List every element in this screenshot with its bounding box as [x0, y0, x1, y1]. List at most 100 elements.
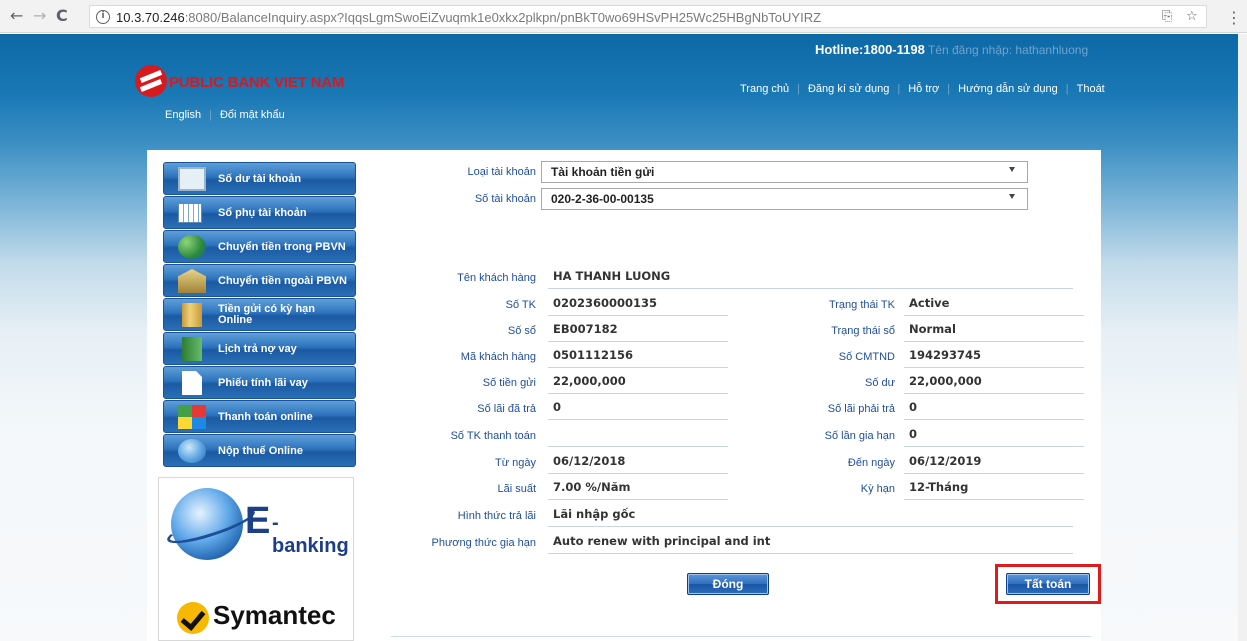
- field-value: EB007182: [548, 322, 728, 342]
- blocks-icon: [178, 405, 206, 429]
- separator: |: [947, 83, 951, 95]
- field-label: Trạng thái sổ: [831, 325, 895, 337]
- field-label: Số lần gia hạn: [824, 430, 895, 442]
- back-icon[interactable]: ←: [10, 8, 23, 24]
- sidebar-item-balance[interactable]: Số dư tài khoản: [163, 162, 356, 195]
- sidebar-item-label: Chuyển tiền trong PBVN: [218, 241, 346, 253]
- logo-text: PUBLIC BANK VIET NAM: [169, 74, 345, 91]
- reload-icon[interactable]: C: [56, 8, 68, 24]
- nav-support[interactable]: Hỗ trợ: [908, 83, 939, 95]
- field-label: Số lãi đã trả: [477, 403, 536, 415]
- change-password-link[interactable]: Đổi mật khẩu: [220, 109, 285, 121]
- field-label: Số dư: [865, 377, 895, 389]
- calendar-grid-icon: [178, 203, 202, 223]
- renewal-method-label: Phương thức gia hạn: [431, 537, 536, 549]
- divider: [391, 636, 1091, 637]
- globe-icon: [178, 439, 206, 463]
- sidebar-item-label: Sổ phụ tài khoản: [218, 207, 307, 219]
- sidebar-item-label: Chuyển tiền ngoài PBVN: [218, 275, 347, 287]
- field-value: 06/12/2019: [904, 454, 1084, 474]
- top-navigation: Trang chủ | Đăng kí sử dụng | Hỗ trợ | Hướng d…: [740, 83, 1105, 95]
- sidebar-item-external-transfer[interactable]: Chuyển tiền ngoài PBVN: [163, 264, 356, 297]
- browser-menu-icon[interactable]: ⋮: [1226, 8, 1242, 27]
- field-label: Số CMTND: [838, 351, 895, 363]
- separator: |: [797, 83, 800, 95]
- monitor-icon: [178, 167, 206, 191]
- field-value: [548, 427, 728, 447]
- public-bank-logo-icon: [135, 65, 167, 97]
- field-value: 0: [904, 400, 1084, 420]
- close-button[interactable]: Đóng: [687, 573, 769, 595]
- transfer-arrows-icon: [178, 235, 206, 259]
- sidebar-item-loan-schedule[interactable]: Lịch trả nợ vay: [163, 332, 356, 365]
- highlight-box: [995, 564, 1101, 604]
- sidebar-item-label: Nộp thuế Online: [218, 445, 303, 457]
- nav-home[interactable]: Trang chủ: [740, 83, 789, 95]
- field-label: Mã khách hàng: [460, 351, 536, 363]
- field-value: 0202360000135: [548, 296, 728, 316]
- bookmark-star-icon[interactable]: ☆: [1186, 9, 1198, 24]
- account-number-value: 020-2-36-00-00135: [551, 192, 654, 206]
- nav-user-guide[interactable]: Hướng dẫn sử dụng: [958, 83, 1058, 95]
- login-name: Tên đăng nhập: hathanhluong: [927, 43, 1089, 57]
- ebanking-e: E: [245, 500, 271, 542]
- field-label: Số lãi phải trả: [827, 403, 895, 415]
- sidebar-item-online-payment[interactable]: Thanh toán online: [163, 400, 356, 433]
- url-path: :8080/BalanceInquiry.aspx?IqqsLgmSwoEiZv…: [184, 10, 822, 25]
- address-bar[interactable]: i 10.3.70.246:8080/BalanceInquiry.aspx?I…: [89, 5, 1207, 28]
- english-link[interactable]: English: [165, 109, 201, 121]
- field-value: 7.00 %/Năm: [548, 480, 728, 500]
- account-number-select[interactable]: 020-2-36-00-00135: [541, 188, 1028, 210]
- account-number-label: Số tài khoản: [474, 193, 536, 205]
- sidebar-item-label: Tiền gửi có kỳ hạn Online: [218, 303, 316, 326]
- field-label: Đến ngày: [847, 457, 895, 469]
- ebanking-banner[interactable]: E -banking Symantec: [158, 477, 354, 641]
- url-host: 10.3.70.246: [116, 10, 185, 25]
- ledger-icon: [182, 337, 202, 361]
- sidebar-item-label: Số dư tài khoản: [218, 173, 302, 185]
- info-icon[interactable]: i: [96, 10, 110, 24]
- translate-icon[interactable]: ⎘: [1162, 9, 1172, 24]
- field-value: 22,000,000: [548, 374, 728, 394]
- hotline-number: Hotline:1800-1198: [815, 42, 925, 57]
- sidebar-item-label: Thanh toán online: [218, 411, 313, 423]
- separator: |: [1065, 83, 1069, 95]
- browser-toolbar: ← → C i 10.3.70.246:8080/BalanceInquiry.…: [0, 0, 1247, 33]
- field-label: Số TK thanh toán: [450, 430, 536, 442]
- field-label: Số TK: [505, 299, 536, 311]
- sidebar-item-tax-payment[interactable]: Nộp thuế Online: [163, 434, 356, 467]
- separator: |: [209, 109, 212, 121]
- account-type-value: Tài khoản tiền gửi: [551, 165, 655, 179]
- sidebar-item-statement[interactable]: Sổ phụ tài khoản: [163, 196, 356, 229]
- sidebar-item-term-deposit[interactable]: Tiền gửi có kỳ hạn Online: [163, 298, 356, 331]
- field-value: Normal: [904, 322, 1084, 342]
- ebanking-text: -banking: [272, 512, 349, 557]
- separator: |: [897, 83, 901, 95]
- sidebar-item-label: Lịch trả nợ vay: [218, 343, 297, 355]
- field-value: Active: [904, 296, 1084, 316]
- dropdown-arrow-icon: [1009, 194, 1015, 199]
- field-value: 12-Tháng: [904, 480, 1084, 500]
- field-label: Trạng thái TK: [828, 299, 895, 311]
- account-type-select[interactable]: Tài khoản tiền gửi: [541, 161, 1028, 183]
- nav-logout[interactable]: Thoát: [1077, 83, 1105, 95]
- scrollbar[interactable]: [1238, 34, 1247, 641]
- field-label: Số sổ: [507, 325, 536, 337]
- field-label: Lãi suất: [497, 483, 536, 495]
- field-value: 0: [548, 400, 728, 420]
- account-links: English | Đổi mật khẩu: [165, 109, 285, 121]
- sidebar-menu: Số dư tài khoản Sổ phụ tài khoản Chuyển …: [163, 162, 356, 468]
- url-text[interactable]: 10.3.70.246:8080/BalanceInquiry.aspx?Iqq…: [116, 10, 821, 25]
- nav-register[interactable]: Đăng kí sử dụng: [808, 83, 889, 95]
- field-value: 22,000,000: [904, 374, 1084, 394]
- sidebar-item-interest-slip[interactable]: Phiếu tính lãi vay: [163, 366, 356, 399]
- customer-name-value: HA THANH LUONG: [548, 269, 1073, 289]
- sidebar-item-internal-transfer[interactable]: Chuyển tiền trong PBVN: [163, 230, 356, 263]
- forward-icon[interactable]: →: [33, 8, 46, 24]
- account-type-label: Loại tài khoản: [467, 166, 537, 178]
- symantec-logo[interactable]: Symantec: [177, 600, 336, 631]
- payment-method-label: Hình thức trả lãi: [457, 510, 536, 522]
- payment-method-value: Lãi nhập gốc: [548, 507, 1073, 527]
- field-label: Kỳ hạn: [860, 483, 895, 495]
- field-value: 194293745: [904, 348, 1084, 368]
